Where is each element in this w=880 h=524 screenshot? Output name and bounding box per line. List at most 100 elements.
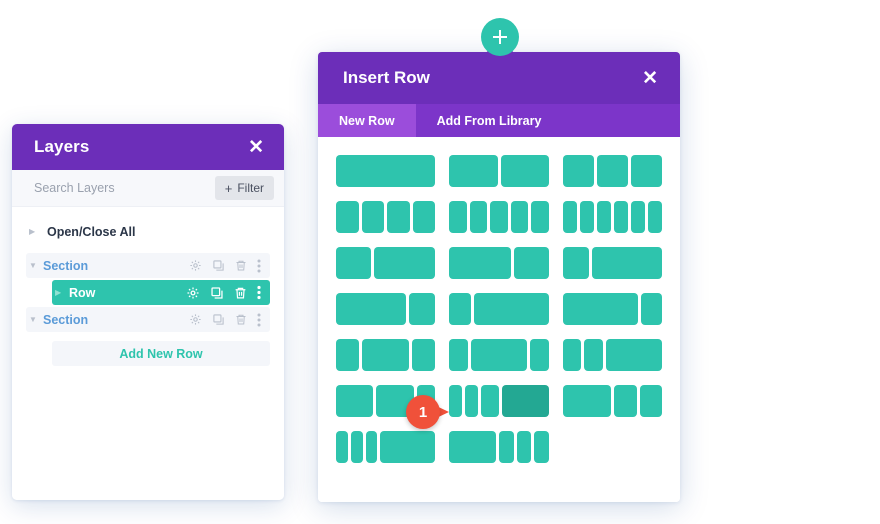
layer-label: Row [69, 285, 96, 300]
row-layout-column [584, 339, 603, 371]
row-layout-column [606, 339, 662, 371]
more-options-icon[interactable] [257, 259, 261, 273]
insert-row-modal-header: Insert Row ✕ [318, 52, 680, 104]
search-input[interactable] [34, 181, 204, 195]
row-layout-column [473, 293, 549, 325]
layer-actions [186, 285, 270, 300]
row-layout-column [449, 155, 498, 187]
chevron-down-icon[interactable]: ▼ [29, 261, 41, 270]
row-layout-column [640, 293, 662, 325]
add-new-row-button[interactable]: Add New Row [52, 341, 270, 366]
plus-icon: + [224, 180, 233, 196]
row-layout-option[interactable] [336, 385, 436, 417]
plus-icon [493, 30, 507, 44]
row-layout-column [336, 431, 348, 463]
insert-row-modal-title: Insert Row [343, 68, 430, 87]
layer-label: Section [43, 312, 89, 327]
row-layout-option[interactable] [336, 339, 436, 371]
layer-row-section-1[interactable]: ▼ Section [26, 253, 270, 278]
layers-panel: Layers ✕ + Filter ▶ Open/Close All ▼ Sec… [12, 124, 284, 500]
row-layout-option[interactable] [449, 339, 549, 371]
layer-label: Section [43, 258, 89, 273]
layer-row-section-2[interactable]: ▼ Section [26, 307, 270, 332]
layer-row-open-close-all[interactable]: ▶ Open/Close All [26, 219, 270, 244]
row-layout-option[interactable] [336, 431, 436, 463]
trash-icon[interactable] [235, 259, 247, 272]
row-layout-option[interactable] [562, 293, 662, 325]
row-layout-column [412, 339, 436, 371]
row-layout-option[interactable] [449, 385, 549, 417]
layers-panel-title: Layers [34, 137, 90, 156]
duplicate-icon[interactable] [210, 286, 224, 300]
row-layout-option[interactable] [562, 155, 662, 187]
row-layout-option[interactable] [449, 431, 549, 463]
row-layout-option[interactable] [562, 247, 662, 279]
row-layout-column [579, 201, 594, 233]
gear-icon[interactable] [186, 286, 200, 300]
row-layout-column [350, 431, 363, 463]
layer-label: Open/Close All [47, 224, 136, 239]
row-layout-column [531, 201, 549, 233]
row-layout-option[interactable] [449, 155, 549, 187]
row-layout-option[interactable] [336, 247, 436, 279]
close-icon[interactable]: ✕ [642, 69, 658, 88]
more-options-icon[interactable] [257, 313, 261, 327]
row-layout-column [530, 339, 549, 371]
add-section-button[interactable] [481, 18, 519, 56]
row-layout-option[interactable] [449, 201, 549, 233]
trash-icon[interactable] [235, 313, 247, 326]
row-layout-column [376, 385, 414, 417]
row-layout-column [449, 339, 468, 371]
row-layout-column [449, 293, 471, 325]
duplicate-icon[interactable] [212, 259, 225, 272]
row-layout-option[interactable] [449, 247, 549, 279]
layers-tree: ▶ Open/Close All ▼ Section ▶ Row ▼ Secti… [12, 207, 284, 500]
close-icon[interactable]: ✕ [248, 138, 264, 157]
row-layout-column [534, 431, 549, 463]
row-layout-column [639, 385, 662, 417]
chevron-right-icon[interactable]: ▶ [29, 227, 41, 236]
row-layout-column [596, 155, 628, 187]
row-layout-column [336, 293, 407, 325]
duplicate-icon[interactable] [212, 313, 225, 326]
row-layout-column [336, 385, 374, 417]
row-layout-option[interactable] [336, 293, 436, 325]
row-layout-option[interactable] [562, 201, 663, 233]
row-layout-column [513, 247, 549, 279]
filter-button[interactable]: + Filter [214, 176, 274, 200]
layers-search-bar: + Filter [12, 170, 284, 207]
row-layout-column [562, 201, 577, 233]
row-layout-column [596, 201, 611, 233]
row-layout-column [336, 201, 359, 233]
insert-row-modal: Insert Row ✕ New Row Add From Library [318, 52, 680, 502]
chevron-right-icon[interactable]: ▶ [55, 288, 67, 297]
insert-row-modal-body [318, 137, 680, 502]
row-layout-column [380, 431, 436, 463]
row-layout-column [449, 431, 497, 463]
row-layout-option[interactable] [336, 201, 436, 233]
row-layout-column [387, 201, 410, 233]
filter-button-label: Filter [237, 181, 264, 195]
row-layout-column [336, 339, 360, 371]
row-layout-option[interactable] [336, 155, 436, 187]
tab-new-row[interactable]: New Row [318, 104, 416, 137]
row-layout-column [562, 247, 589, 279]
tab-add-from-library[interactable]: Add From Library [416, 104, 563, 137]
row-layout-column [613, 201, 628, 233]
trash-icon[interactable] [234, 286, 247, 300]
row-layout-column [516, 431, 532, 463]
row-layout-column [480, 385, 499, 417]
row-layout-option[interactable] [562, 339, 662, 371]
row-layout-column [336, 247, 371, 279]
gear-icon[interactable] [189, 313, 202, 326]
more-options-icon[interactable] [257, 285, 261, 300]
layer-actions [189, 259, 270, 273]
row-layout-column [499, 431, 514, 463]
row-layout-option[interactable] [562, 385, 662, 417]
layer-row-row-selected[interactable]: ▶ Row [52, 280, 270, 305]
row-layout-column [614, 385, 637, 417]
gear-icon[interactable] [189, 259, 202, 272]
insert-row-tabs: New Row Add From Library [318, 104, 680, 137]
row-layout-option[interactable] [449, 293, 549, 325]
chevron-down-icon[interactable]: ▼ [29, 315, 41, 324]
